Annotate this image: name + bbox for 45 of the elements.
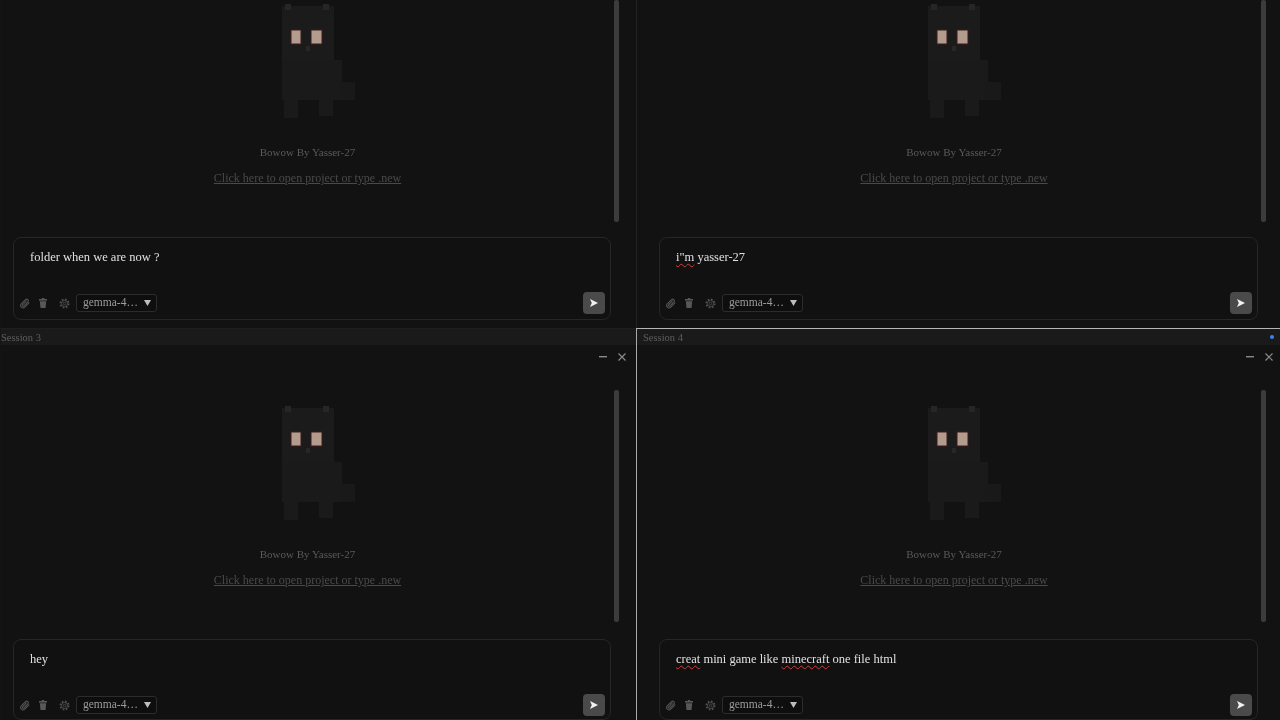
model-dropdown[interactable]: gemma-4… — [722, 696, 803, 714]
paperclip-icon[interactable] — [20, 699, 30, 711]
paperclip-icon[interactable] — [666, 699, 676, 711]
send-button[interactable] — [1230, 694, 1252, 716]
send-icon — [1237, 299, 1245, 307]
trash-icon[interactable] — [685, 298, 693, 308]
model-dropdown[interactable]: gemma-4… — [722, 294, 803, 312]
message-input[interactable]: hey — [20, 651, 605, 688]
scrollbar-thumb[interactable] — [1261, 0, 1266, 222]
close-icon[interactable] — [1265, 352, 1273, 361]
send-button[interactable] — [583, 292, 605, 314]
caret-icon — [789, 300, 797, 306]
send-button[interactable] — [583, 694, 605, 716]
message-input[interactable]: i"m yasser-27 — [666, 249, 1252, 286]
model-dropdown[interactable]: gemma-4… — [76, 294, 157, 312]
brand-text: Bowow By Yasser-27 — [906, 548, 1002, 561]
close-icon[interactable] — [618, 352, 626, 361]
minimize-icon[interactable] — [599, 355, 607, 358]
gear-icon[interactable] — [59, 297, 70, 309]
minimize-icon[interactable] — [1246, 355, 1254, 358]
message-input[interactable]: creat mini game like minecraft one file html — [666, 651, 1252, 688]
caret-icon — [143, 300, 151, 306]
scrollbar-thumb[interactable] — [614, 0, 619, 222]
scrollbar-thumb[interactable] — [614, 390, 619, 622]
model-dropdown[interactable]: gemma-4… — [76, 696, 157, 714]
brand-text: Bowow By Yasser-27 — [259, 146, 356, 159]
paperclip-icon[interactable] — [20, 297, 30, 309]
message-input[interactable]: folder when we are now ? — [20, 249, 605, 286]
caret-icon — [143, 702, 151, 708]
brand-text: Bowow By Yasser-27 — [906, 146, 1002, 159]
trash-icon[interactable] — [39, 298, 47, 308]
gear-icon[interactable] — [59, 699, 70, 711]
scrollbar-thumb[interactable] — [1261, 390, 1266, 622]
caret-icon — [789, 702, 797, 708]
paperclip-icon[interactable] — [666, 297, 676, 309]
send-icon — [590, 299, 598, 307]
send-icon — [1237, 701, 1245, 709]
send-icon — [590, 701, 598, 709]
session-title: Session 4 — [643, 330, 683, 344]
gear-icon[interactable] — [705, 699, 716, 711]
send-button[interactable] — [1230, 292, 1252, 314]
gear-icon[interactable] — [705, 297, 716, 309]
trash-icon[interactable] — [685, 700, 693, 710]
brand-text: Bowow By Yasser-27 — [259, 548, 356, 561]
trash-icon[interactable] — [39, 700, 47, 710]
